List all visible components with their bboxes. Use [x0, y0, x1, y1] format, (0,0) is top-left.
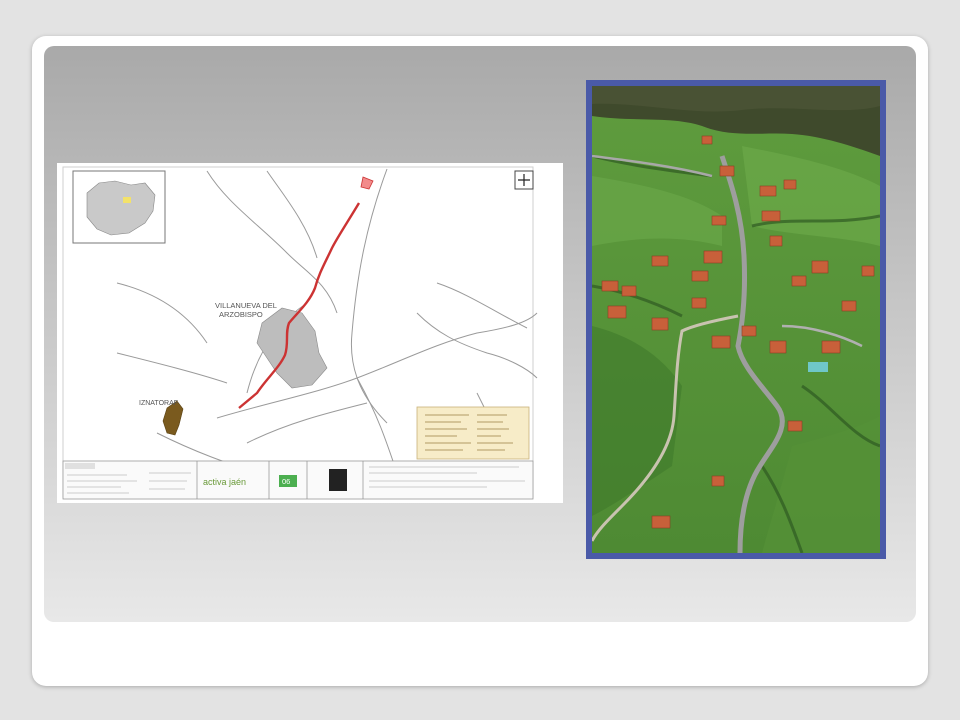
map-title-block: activa jaén 06: [62, 460, 534, 500]
place-label-arzobispo: ARZOBISPO: [219, 310, 263, 319]
place-label-iznatoraf: IZNATORAF: [139, 400, 178, 407]
aerial-photo-frame: [586, 80, 886, 559]
route-map-image: VILLANUEVA DEL ARZOBISPO IZNATORAF activ…: [57, 163, 563, 503]
place-label-villanueva: VILLANUEVA DEL: [215, 301, 277, 310]
logo-text: activa jaén: [203, 477, 246, 487]
sheet-badge-text: 06: [282, 477, 290, 486]
north-arrow-icon: [514, 170, 534, 190]
inset-province-map: [72, 170, 166, 244]
map-legend: [416, 406, 530, 460]
aerial-village-photo: [592, 86, 880, 553]
